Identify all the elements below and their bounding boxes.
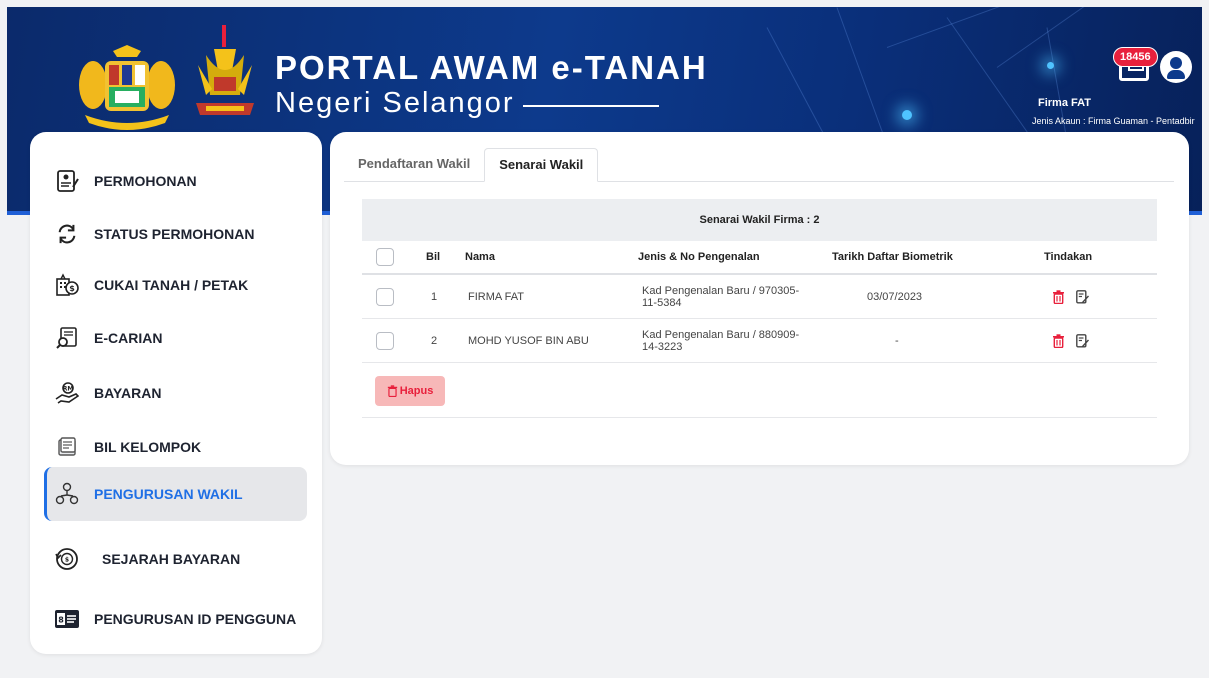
sidebar-item-pengurusan-wakil[interactable]: PENGURUSAN WAKIL xyxy=(44,467,307,521)
row-id: Kad Pengenalan Baru / 880909- 14-3223 xyxy=(642,319,799,362)
row-biometric: - xyxy=(895,334,899,347)
row-select-cell xyxy=(376,275,394,318)
table-row: 2 MOHD YUSOF BIN ABU Kad Pengenalan Baru… xyxy=(362,319,1157,363)
inbox-count-badge[interactable]: 18456 xyxy=(1113,47,1158,67)
select-all-cell xyxy=(376,241,394,273)
tab-bar: Pendaftaran Wakil Senarai Wakil xyxy=(344,148,1174,182)
table-row: 1 FIRMA FAT Kad Pengenalan Baru / 970305… xyxy=(362,275,1157,319)
svg-text:RM: RM xyxy=(63,386,74,393)
portal-title: PORTAL AWAM e-TANAH xyxy=(275,49,708,86)
row-id-line1: Kad Pengenalan Baru / 880909- xyxy=(642,328,800,341)
row-id-line1: Kad Pengenalan Baru / 970305- xyxy=(642,284,800,297)
hand-money-icon: RM xyxy=(54,380,80,406)
sidebar-item-label: BAYARAN xyxy=(94,385,162,401)
sidebar-item-label: PENGURUSAN ID PENGGUNA xyxy=(94,611,297,627)
row-id-line2: 14-3223 xyxy=(642,340,683,353)
svg-text:8: 8 xyxy=(58,616,64,625)
row-actions xyxy=(1050,275,1090,318)
delete-selected-button[interactable]: Hapus xyxy=(375,376,445,406)
tab-senarai-wakil[interactable]: Senarai Wakil xyxy=(484,148,599,182)
portal-subtitle: Negeri Selangor xyxy=(275,87,659,120)
sidebar-nav: PERMOHONAN STATUS PERMOHONAN $ CUKAI TAN… xyxy=(30,132,322,654)
decor-glow xyxy=(1047,62,1054,69)
table-header: Bil Nama Jenis & No Pengenalan Tarikh Da… xyxy=(362,241,1157,275)
user-avatar-icon[interactable] xyxy=(1160,51,1192,83)
sidebar-item-label: STATUS PERMOHONAN xyxy=(94,226,255,242)
row-nama: MOHD YUSOF BIN ABU xyxy=(468,334,589,347)
row-select-cell xyxy=(376,319,394,362)
row-biometric: 03/07/2023 xyxy=(867,290,923,303)
trash-icon xyxy=(387,385,398,397)
select-all-checkbox[interactable] xyxy=(376,248,394,266)
row-bil: 2 xyxy=(431,334,438,347)
sidebar-item-label: BIL KELOMPOK xyxy=(94,439,202,455)
row-id: Kad Pengenalan Baru / 970305- 11-5384 xyxy=(642,275,799,318)
row-nama: FIRMA FAT xyxy=(468,290,525,303)
table-bottom-divider xyxy=(362,417,1157,418)
sidebar-item-label: SEJARAH BAYARAN xyxy=(102,551,241,567)
table-caption: Senarai Wakil Firma : 2 xyxy=(362,199,1157,241)
header-biometric: Tarikh Daftar Biometrik xyxy=(832,251,953,263)
header-bil: Bil xyxy=(426,251,441,263)
form-document-icon xyxy=(54,168,80,194)
sidebar-item-e-carian[interactable]: E-CARIAN xyxy=(44,311,307,365)
refresh-icon xyxy=(54,221,80,247)
decor-glow xyxy=(902,110,912,120)
svg-text:$: $ xyxy=(65,557,69,564)
row-actions xyxy=(1050,319,1090,362)
bill-batch-icon xyxy=(54,434,80,460)
sidebar-item-bil-kelompok[interactable]: BIL KELOMPOK xyxy=(44,420,307,474)
sidebar-item-permohonan[interactable]: PERMOHONAN xyxy=(44,154,307,208)
delete-selected-label: Hapus xyxy=(399,385,434,397)
people-network-icon xyxy=(54,481,80,507)
sidebar-item-sejarah-bayaran[interactable]: $ SEJARAH BAYARAN xyxy=(44,532,307,586)
row-checkbox[interactable] xyxy=(376,331,394,350)
tax-building-icon: $ xyxy=(54,272,80,298)
subtitle-rule xyxy=(522,104,659,107)
sidebar-item-label: PERMOHONAN xyxy=(94,173,197,189)
id-card-icon: 8 xyxy=(54,606,80,632)
sidebar-item-label: PENGURUSAN WAKIL xyxy=(94,486,243,502)
sidebar-item-pengurusan-id[interactable]: 8 PENGURUSAN ID PENGGUNA xyxy=(44,592,307,646)
payment-history-icon: $ xyxy=(54,546,80,572)
svg-text:$: $ xyxy=(69,284,75,293)
account-type: Jenis Akaun : Firma Guaman - Pentadbir xyxy=(1032,116,1195,126)
row-checkbox[interactable] xyxy=(376,287,394,306)
row-bil: 1 xyxy=(431,290,438,303)
sidebar-item-cukai-tanah[interactable]: $ CUKAI TANAH / PETAK xyxy=(44,258,307,312)
delete-icon[interactable] xyxy=(1050,289,1066,305)
malaysia-coat-of-arms-logo xyxy=(79,45,175,130)
sidebar-item-label: E-CARIAN xyxy=(94,330,163,346)
sidebar-item-status-permohonan[interactable]: STATUS PERMOHONAN xyxy=(44,207,307,261)
decor-line xyxy=(996,7,1096,68)
row-id-line2: 11-5384 xyxy=(642,296,682,309)
header-nama: Nama xyxy=(465,251,495,263)
search-document-icon xyxy=(54,325,80,351)
edit-icon[interactable] xyxy=(1074,333,1090,349)
selangor-crest-logo xyxy=(196,25,254,115)
portal-subtitle-text: Negeri Selangor xyxy=(275,87,515,119)
header-id: Jenis & No Pengenalan xyxy=(638,251,760,263)
sidebar-item-bayaran[interactable]: RM BAYARAN xyxy=(44,366,307,420)
header-action: Tindakan xyxy=(1044,251,1093,263)
edit-icon[interactable] xyxy=(1074,289,1090,305)
main-panel: Pendaftaran Wakil Senarai Wakil Senarai … xyxy=(330,132,1189,465)
delete-icon[interactable] xyxy=(1050,333,1066,349)
sidebar-item-label: CUKAI TANAH / PETAK xyxy=(94,277,249,293)
tab-pendaftaran-wakil[interactable]: Pendaftaran Wakil xyxy=(344,148,484,182)
user-name: Firma FAT xyxy=(1038,97,1091,109)
